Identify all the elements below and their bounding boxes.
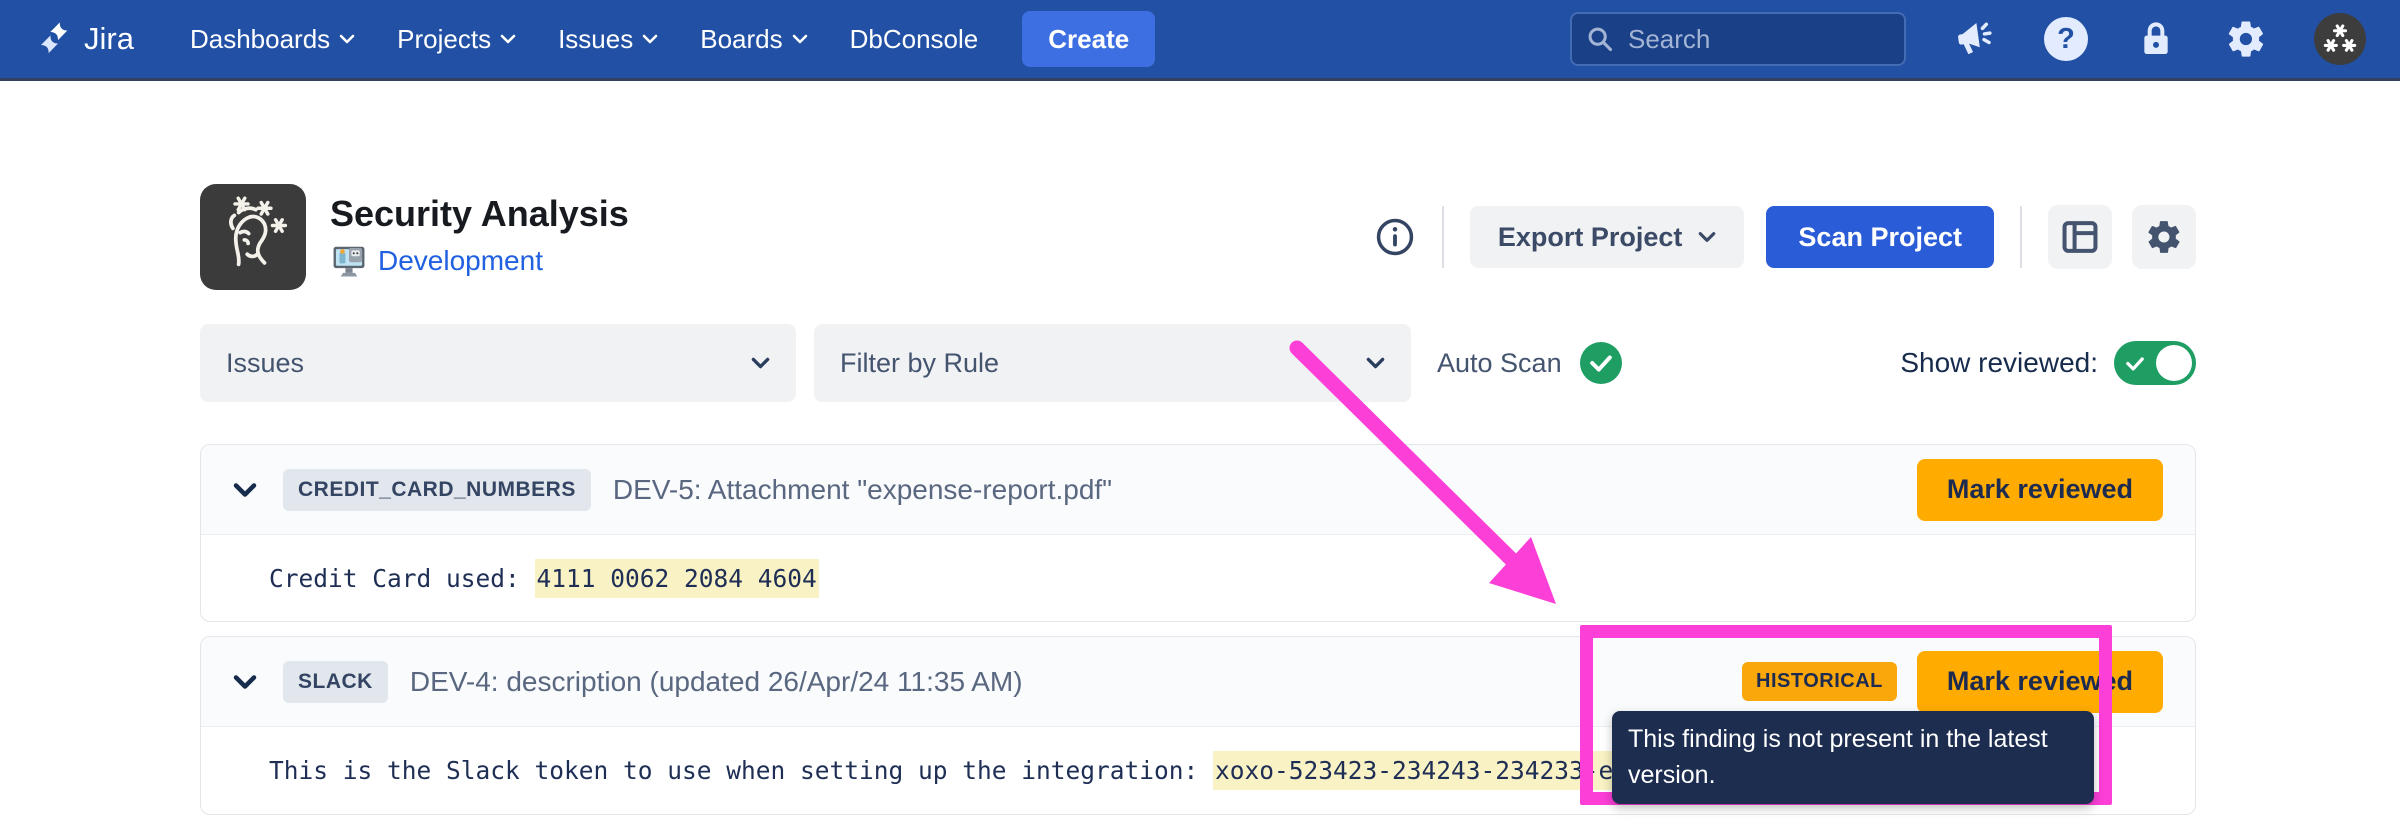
toggle-knob bbox=[2156, 345, 2192, 381]
issues-dropdown-value: Issues bbox=[226, 348, 304, 379]
main-content: Security Analysis Development bbox=[200, 84, 2196, 815]
chevron-down-icon bbox=[1698, 231, 1716, 243]
finding-title: DEV-4: description (updated 26/Apr/24 11… bbox=[410, 666, 1023, 698]
historical-tooltip: This finding is not present in the lates… bbox=[1612, 711, 2094, 804]
help-icon[interactable]: ? bbox=[2044, 17, 2088, 61]
finding-body: Credit Card used: 4111 0062 2084 4604 bbox=[201, 535, 2195, 621]
security-analysis-page: Jira Dashboards Projects Issues Boards D… bbox=[0, 0, 2400, 820]
chevron-down-icon bbox=[1366, 357, 1385, 369]
board-layout-button[interactable] bbox=[2048, 205, 2112, 269]
rule-dropdown-value: Filter by Rule bbox=[840, 348, 999, 379]
filter-by-rule-dropdown[interactable]: Filter by Rule bbox=[814, 324, 1411, 402]
user-avatar[interactable] bbox=[2314, 13, 2366, 65]
search-box[interactable] bbox=[1570, 12, 1906, 66]
issues-dropdown[interactable]: Issues bbox=[200, 324, 796, 402]
nav-item-dbconsole[interactable]: DbConsole bbox=[850, 24, 979, 55]
finding-text: This is the Slack token to use when sett… bbox=[269, 756, 1213, 785]
nav-item-label: Projects bbox=[397, 24, 491, 55]
board-layout-icon bbox=[2061, 220, 2099, 254]
finding-header[interactable]: CREDIT_CARD_NUMBERS DEV-5: Attachment "e… bbox=[201, 445, 2195, 535]
jira-logo-icon bbox=[34, 18, 74, 60]
nav-item-dashboards[interactable]: Dashboards bbox=[190, 24, 355, 55]
nav-item-label: Issues bbox=[558, 24, 633, 55]
nav-item-projects[interactable]: Projects bbox=[397, 24, 516, 55]
auto-scan-status: Auto Scan bbox=[1437, 342, 1622, 384]
header-controls: Export Project Scan Project bbox=[1374, 205, 2196, 269]
finding-highlight: 4111 0062 2084 4604 bbox=[535, 559, 819, 598]
divider bbox=[1442, 206, 1444, 268]
project-subtitle-row: Development bbox=[330, 242, 629, 280]
filter-bar: Issues Filter by Rule Auto Scan Show rev… bbox=[200, 324, 2196, 402]
jira-logo-text: Jira bbox=[84, 21, 134, 57]
nav-item-label: Boards bbox=[700, 24, 782, 55]
nav-menu: Dashboards Projects Issues Boards DbCons… bbox=[190, 24, 978, 55]
divider bbox=[2020, 206, 2022, 268]
help-glyph: ? bbox=[2057, 23, 2075, 56]
jira-logo[interactable]: Jira bbox=[34, 18, 134, 60]
search-input[interactable] bbox=[1626, 23, 1870, 56]
finding-card-dev5: CREDIT_CARD_NUMBERS DEV-5: Attachment "e… bbox=[200, 444, 2196, 622]
finding-actions: HISTORICAL Mark reviewed bbox=[1742, 651, 2163, 713]
mark-reviewed-label: Mark reviewed bbox=[1947, 666, 2133, 697]
finding-text: Credit Card used: bbox=[269, 564, 535, 593]
rule-badge: SLACK bbox=[283, 661, 388, 703]
project-avatar bbox=[200, 184, 306, 290]
lock-icon[interactable] bbox=[2134, 17, 2178, 61]
chevron-down-icon bbox=[500, 34, 516, 44]
auto-scan-label: Auto Scan bbox=[1437, 348, 1562, 379]
nav-item-label: DbConsole bbox=[850, 24, 979, 55]
mark-reviewed-label: Mark reviewed bbox=[1947, 474, 2133, 505]
nav-item-boards[interactable]: Boards bbox=[700, 24, 807, 55]
create-button[interactable]: Create bbox=[1022, 11, 1155, 67]
scan-project-label: Scan Project bbox=[1798, 222, 1962, 253]
finding-highlight: xoxo-523423-234243-234233-e bbox=[1213, 751, 1615, 790]
auto-scan-check-icon bbox=[1580, 342, 1622, 384]
check-icon bbox=[2126, 356, 2144, 371]
finding-actions: Mark reviewed bbox=[1917, 459, 2163, 521]
historical-badge: HISTORICAL bbox=[1742, 662, 1897, 701]
settings-icon[interactable] bbox=[2224, 17, 2268, 61]
collapse-chevron-icon[interactable] bbox=[233, 477, 259, 503]
page-settings-button[interactable] bbox=[2132, 205, 2196, 269]
create-button-label: Create bbox=[1048, 24, 1129, 55]
info-icon[interactable] bbox=[1374, 216, 1416, 258]
finding-title: DEV-5: Attachment "expense-report.pdf" bbox=[613, 474, 1112, 506]
show-reviewed-toggle[interactable] bbox=[2114, 341, 2196, 385]
announcements-icon[interactable] bbox=[1954, 17, 1998, 61]
mark-reviewed-button[interactable]: Mark reviewed bbox=[1917, 459, 2163, 521]
project-header: Security Analysis Development bbox=[200, 184, 2196, 290]
rule-badge: CREDIT_CARD_NUMBERS bbox=[283, 469, 591, 511]
gear-icon bbox=[2145, 218, 2183, 256]
mark-reviewed-button[interactable]: Mark reviewed bbox=[1917, 651, 2163, 713]
export-project-button[interactable]: Export Project bbox=[1470, 206, 1745, 268]
page-title: Security Analysis bbox=[330, 194, 629, 234]
project-link[interactable]: Development bbox=[378, 245, 543, 277]
search-icon bbox=[1586, 25, 1614, 53]
winter-face-art-icon bbox=[207, 191, 299, 283]
chevron-down-icon bbox=[642, 34, 658, 44]
chevron-down-icon bbox=[339, 34, 355, 44]
show-reviewed-control: Show reviewed: bbox=[1900, 341, 2196, 385]
workstation-emoji-icon bbox=[330, 242, 368, 280]
scan-project-button[interactable]: Scan Project bbox=[1766, 206, 1994, 268]
nav-item-issues[interactable]: Issues bbox=[558, 24, 658, 55]
project-title-block: Security Analysis Development bbox=[330, 194, 629, 280]
top-navbar: Jira Dashboards Projects Issues Boards D… bbox=[0, 0, 2400, 81]
export-project-label: Export Project bbox=[1498, 222, 1683, 253]
nav-item-label: Dashboards bbox=[190, 24, 330, 55]
snowflake-avatar-icon bbox=[2318, 17, 2362, 61]
chevron-down-icon bbox=[751, 357, 770, 369]
tooltip-text: This finding is not present in the lates… bbox=[1628, 725, 2048, 789]
show-reviewed-label: Show reviewed: bbox=[1900, 347, 2098, 379]
chevron-down-icon bbox=[792, 34, 808, 44]
collapse-chevron-icon[interactable] bbox=[233, 669, 259, 695]
navbar-icon-group: ? bbox=[1954, 13, 2366, 65]
